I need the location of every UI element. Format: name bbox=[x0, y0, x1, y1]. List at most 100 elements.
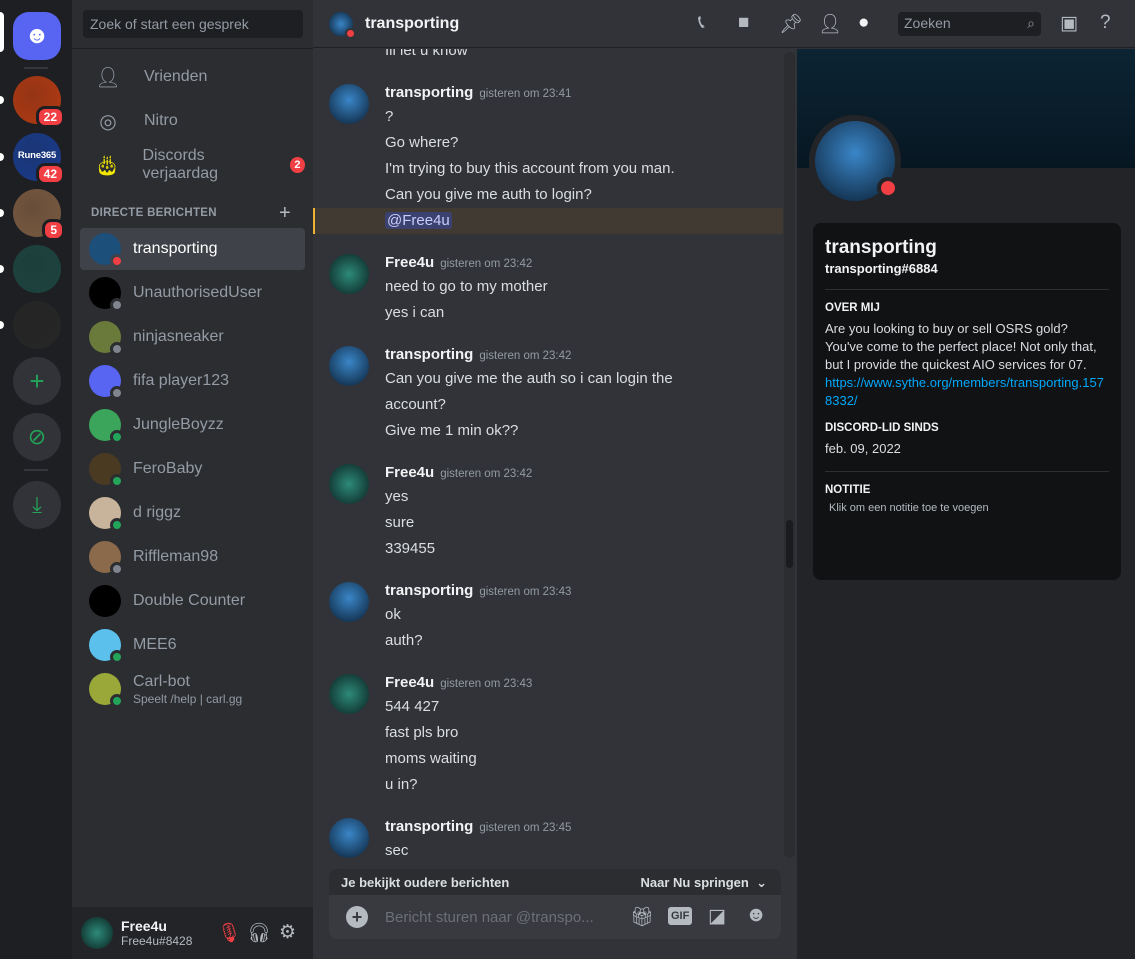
dm-text: JungleBoyzz bbox=[133, 416, 224, 434]
emoji-icon[interactable]: ☻ bbox=[745, 903, 767, 927]
search-placeholder: Zoeken bbox=[904, 15, 951, 31]
dm-item[interactable]: UnauthorisedUser bbox=[80, 272, 305, 314]
add-server-button[interactable]: + bbox=[13, 357, 61, 405]
sidebar-item-vrienden[interactable]: 👤︎ Vrienden bbox=[80, 56, 305, 98]
author-avatar[interactable] bbox=[329, 674, 369, 714]
user-profile-toggle-icon[interactable]: ● bbox=[858, 12, 869, 34]
server-icon[interactable]: 5 bbox=[13, 189, 65, 241]
scrollbar-thumb[interactable] bbox=[786, 520, 793, 568]
nav-label: Vrienden bbox=[144, 68, 208, 85]
create-dm-button[interactable]: + bbox=[279, 202, 291, 225]
unread-indicator bbox=[0, 321, 4, 329]
message-group: Free4u gisteren om 23:43 544 427 fast pls b… bbox=[313, 672, 783, 798]
message-group: Free4u gisteren om 23:42 need to go to my … bbox=[313, 252, 783, 326]
dm-item[interactable]: Riffleman98 bbox=[80, 536, 305, 578]
profile-display-name: transporting bbox=[825, 237, 937, 258]
server-icon[interactable]: 22 bbox=[13, 76, 65, 128]
dm-item[interactable]: ninjasneaker bbox=[80, 316, 305, 358]
gif-icon[interactable]: GIF bbox=[668, 907, 693, 925]
download-apps-button[interactable]: ⤓ bbox=[13, 481, 61, 529]
message-input[interactable]: Bericht sturen naar @transpo... bbox=[385, 909, 594, 926]
author-name[interactable]: Free4u bbox=[385, 674, 434, 691]
server-rail: ☻ 22 Rune365 42 5 + ⊘ ⤓ bbox=[0, 0, 72, 959]
server-icon[interactable] bbox=[13, 301, 61, 349]
user-profile-panel: transporting transporting#6884 OVER MIJ … bbox=[797, 49, 1135, 959]
note-input[interactable]: Klik om een notitie toe te voegen bbox=[825, 502, 1109, 514]
dm-item[interactable]: fifa player123 bbox=[80, 360, 305, 402]
avatar[interactable] bbox=[81, 917, 113, 949]
author-name[interactable]: transporting bbox=[385, 84, 473, 101]
author-name[interactable]: Free4u bbox=[385, 464, 434, 481]
sidebar-item-discords-verjaardag[interactable]: 🎂︎ Discords verjaardag 2 bbox=[80, 144, 305, 186]
author-name[interactable]: Free4u bbox=[385, 254, 434, 271]
timestamp: gisteren om 23:43 bbox=[479, 586, 572, 598]
headphones-icon[interactable]: 🎧︎ bbox=[247, 921, 271, 945]
inbox-icon[interactable]: ▣ bbox=[1060, 12, 1078, 35]
dm-text: fifa player123 bbox=[133, 372, 229, 390]
message-line: u in? bbox=[385, 776, 418, 793]
timestamp: gisteren om 23:43 bbox=[440, 678, 533, 690]
scrollbar-track[interactable] bbox=[784, 52, 795, 858]
author-name[interactable]: transporting bbox=[385, 582, 473, 599]
friends-icon: 👤︎ bbox=[95, 66, 121, 89]
message-line: sec bbox=[385, 842, 409, 859]
server-icon[interactable]: Rune365 42 bbox=[13, 133, 65, 185]
author-avatar[interactable] bbox=[329, 84, 369, 124]
avatar bbox=[89, 233, 124, 268]
video-call-icon[interactable]: ■ bbox=[738, 12, 749, 34]
voice-call-icon[interactable]: 📞︎ bbox=[698, 12, 705, 34]
add-friend-icon[interactable]: 👤︎ bbox=[818, 12, 842, 36]
explore-servers-button[interactable]: ⊘ bbox=[13, 413, 61, 461]
gift-icon[interactable]: 🎁︎ bbox=[630, 905, 654, 929]
mute-mic-icon[interactable]: 🎙︎ bbox=[217, 921, 241, 945]
search-icon: ⌕ bbox=[1027, 15, 1035, 31]
divider bbox=[24, 469, 48, 471]
jump-to-present-button[interactable]: Naar Nu springen ⌄ bbox=[641, 875, 768, 891]
selected-indicator bbox=[0, 12, 4, 52]
dm-item[interactable]: Double Counter bbox=[80, 580, 305, 622]
dm-item[interactable]: FeroBaby bbox=[80, 448, 305, 490]
user-mention[interactable]: @Free4u bbox=[385, 212, 452, 229]
settings-gear-icon[interactable]: ⚙ bbox=[279, 921, 296, 944]
server-icon[interactable] bbox=[13, 245, 61, 293]
message-composer[interactable]: + Bericht sturen naar @transpo... 🎁︎ GIF… bbox=[329, 895, 781, 939]
dm-item[interactable]: Carl-bot Speelt /help | carl.gg bbox=[80, 668, 305, 710]
message-list[interactable]: Ill let u know transporting gisteren om 2… bbox=[313, 49, 797, 859]
author-avatar[interactable] bbox=[329, 464, 369, 504]
discord-logo-icon: ☻ bbox=[24, 22, 50, 49]
dm-sidebar: Zoek of start een gesprek 👤︎ Vrienden ◎ Nit… bbox=[72, 0, 313, 959]
author-name[interactable]: transporting bbox=[385, 818, 473, 835]
nav-label: Nitro bbox=[144, 112, 178, 129]
author-name[interactable]: transporting bbox=[385, 346, 473, 363]
nitro-icon: ◎ bbox=[99, 110, 117, 133]
dm-item[interactable]: MEE6 bbox=[80, 624, 305, 666]
avatar bbox=[89, 497, 124, 532]
profile-avatar[interactable] bbox=[809, 115, 901, 207]
message-line: auth? bbox=[385, 632, 423, 649]
dm-name: Double Counter bbox=[133, 592, 246, 609]
dm-item[interactable]: transporting bbox=[80, 228, 305, 270]
dm-search-input[interactable]: Zoek of start een gesprek bbox=[83, 10, 303, 38]
author-avatar[interactable] bbox=[329, 254, 369, 294]
dm-item[interactable]: JungleBoyzz bbox=[80, 404, 305, 446]
offline-status-icon bbox=[110, 298, 124, 312]
profile-link[interactable]: https://www.sythe.org/members/transporti… bbox=[825, 375, 1104, 408]
author-avatar[interactable] bbox=[329, 582, 369, 622]
dm-text: UnauthorisedUser bbox=[133, 284, 262, 302]
author-avatar[interactable] bbox=[329, 818, 369, 858]
search-input[interactable]: Zoeken ⌕ bbox=[898, 12, 1041, 36]
author-avatar[interactable] bbox=[329, 346, 369, 386]
sticker-icon[interactable]: ◪ bbox=[708, 905, 726, 928]
unread-indicator bbox=[0, 265, 4, 273]
pin-icon[interactable]: 📌︎ bbox=[779, 12, 803, 36]
sidebar-item-nitro[interactable]: ◎ Nitro bbox=[80, 100, 305, 142]
home-discord-button[interactable]: ☻ bbox=[13, 12, 61, 60]
add-attachment-icon[interactable]: + bbox=[346, 906, 368, 928]
dm-text: transporting bbox=[133, 240, 218, 258]
help-icon[interactable]: ? bbox=[1100, 12, 1111, 34]
member-since-value: feb. 09, 2022 bbox=[825, 441, 901, 456]
dm-activity: Speelt /help | carl.gg bbox=[133, 691, 243, 706]
avatar bbox=[89, 365, 124, 400]
unread-badge: 42 bbox=[35, 163, 65, 185]
dm-item[interactable]: d riggz bbox=[80, 492, 305, 534]
